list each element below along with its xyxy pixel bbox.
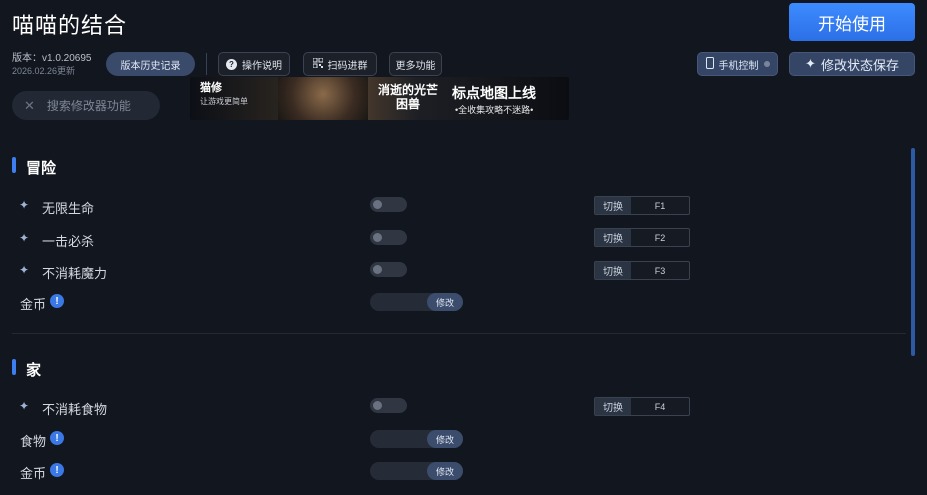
version-info: 版本：v1.0.20695 2026.02.26更新 — [12, 53, 92, 77]
qr-join-button[interactable]: 扫码进群 — [303, 52, 377, 76]
toggle-knob — [373, 265, 382, 274]
cheat-toggle[interactable] — [370, 398, 407, 413]
section-marker — [12, 157, 16, 173]
hotkey-binding[interactable]: 切换 F4 — [594, 397, 690, 416]
cheat-toggle[interactable] — [370, 197, 407, 212]
more-features-button[interactable]: 更多功能 — [389, 52, 442, 76]
save-state-button[interactable]: ✦ 修改状态保存 — [789, 52, 915, 76]
scrollbar-thumb[interactable] — [911, 148, 915, 356]
section-divider — [12, 333, 906, 334]
hotkey-key: F4 — [654, 401, 666, 412]
info-icon[interactable]: ! — [50, 431, 64, 445]
value-edit-field[interactable]: 修改 — [370, 462, 463, 480]
save-state-label: 修改状态保存 — [820, 57, 899, 73]
edit-button[interactable]: 修改 — [427, 462, 463, 480]
hotkey-binding[interactable]: 切换 F1 — [594, 196, 690, 215]
help-label: 操作说明 — [242, 60, 282, 72]
edit-button[interactable]: 修改 — [427, 293, 463, 311]
banner-game-title: 消逝的光芒 困兽 — [377, 83, 438, 111]
version-history-button[interactable]: 版本历史记录 — [106, 52, 195, 76]
toggle-knob — [373, 200, 382, 209]
cheat-label: 无限生命 — [42, 201, 95, 216]
sparkle-icon: ✦ — [19, 399, 30, 413]
hotkey-key: F2 — [654, 232, 666, 243]
info-icon[interactable]: ! — [50, 463, 64, 477]
search-box[interactable]: ✕ — [12, 91, 160, 120]
phone-icon — [705, 56, 714, 72]
value-label: 金币 — [20, 297, 47, 312]
value-edit-field[interactable]: 修改 — [370, 293, 463, 311]
hotkey-switch-label: 切换 — [595, 262, 631, 279]
update-date: 2026.02.26更新 — [12, 66, 76, 76]
cheat-toggle[interactable] — [370, 230, 407, 245]
hotkey-switch-label: 切换 — [595, 398, 631, 415]
banner-headline: 标点地图上线 — [452, 85, 536, 101]
sparkle-icon: ✦ — [19, 263, 30, 277]
banner-brand: 猫修 — [200, 82, 222, 94]
banner-artwork — [278, 77, 368, 120]
cheat-label: 一击必杀 — [42, 234, 95, 249]
section-title-home: 家 — [26, 362, 42, 379]
cheat-label: 不消耗食物 — [42, 402, 108, 417]
banner-logo: 猫修 让游戏更简单 — [200, 82, 248, 108]
cheat-toggle[interactable] — [370, 262, 407, 277]
cheat-label: 不消耗魔力 — [42, 266, 108, 281]
toggle-knob — [373, 401, 382, 410]
version-label: 版本：v1.0.20695 — [12, 53, 92, 64]
hotkey-switch-label: 切换 — [595, 229, 631, 246]
qr-label: 扫码进群 — [327, 60, 368, 72]
app-title: 喵喵的结合 — [12, 13, 128, 38]
edit-button[interactable]: 修改 — [427, 430, 463, 448]
toolbar-divider — [206, 53, 207, 75]
value-edit-field[interactable]: 修改 — [370, 430, 463, 448]
start-button[interactable]: 开始使用 — [789, 3, 915, 41]
banner-tagline: •全收集攻略不迷路• — [455, 105, 534, 115]
section-title-adventure: 冒险 — [26, 160, 57, 177]
hotkey-switch-label: 切换 — [595, 197, 631, 214]
question-icon: ? — [226, 58, 237, 70]
help-button[interactable]: ? 操作说明 — [218, 52, 290, 76]
section-marker — [12, 359, 16, 375]
value-label: 食物 — [20, 434, 47, 449]
sparkle-icon: ✦ — [19, 198, 30, 212]
promo-banner[interactable]: 猫修 让游戏更简单 消逝的光芒 困兽 标点地图上线 •全收集攻略不迷路• — [190, 77, 569, 120]
qr-code-icon — [312, 57, 323, 71]
sparkle-icon: ✦ — [19, 231, 30, 245]
hotkey-key: F1 — [654, 200, 666, 211]
hotkey-binding[interactable]: 切换 F2 — [594, 228, 690, 247]
close-icon[interactable]: ✕ — [24, 98, 35, 114]
phone-control-label: 手机控制 — [718, 60, 759, 72]
toggle-knob — [373, 233, 382, 242]
info-icon[interactable]: ! — [50, 294, 64, 308]
hotkey-binding[interactable]: 切换 F3 — [594, 261, 690, 280]
sparkle-icon: ✦ — [805, 56, 816, 71]
hotkey-key: F3 — [654, 265, 666, 276]
value-label: 金币 — [20, 466, 47, 481]
search-input[interactable] — [44, 97, 154, 114]
phone-control-button[interactable]: 手机控制 — [697, 52, 778, 76]
connection-status-dot — [763, 61, 770, 67]
banner-brand-sub: 让游戏更简单 — [200, 97, 248, 106]
